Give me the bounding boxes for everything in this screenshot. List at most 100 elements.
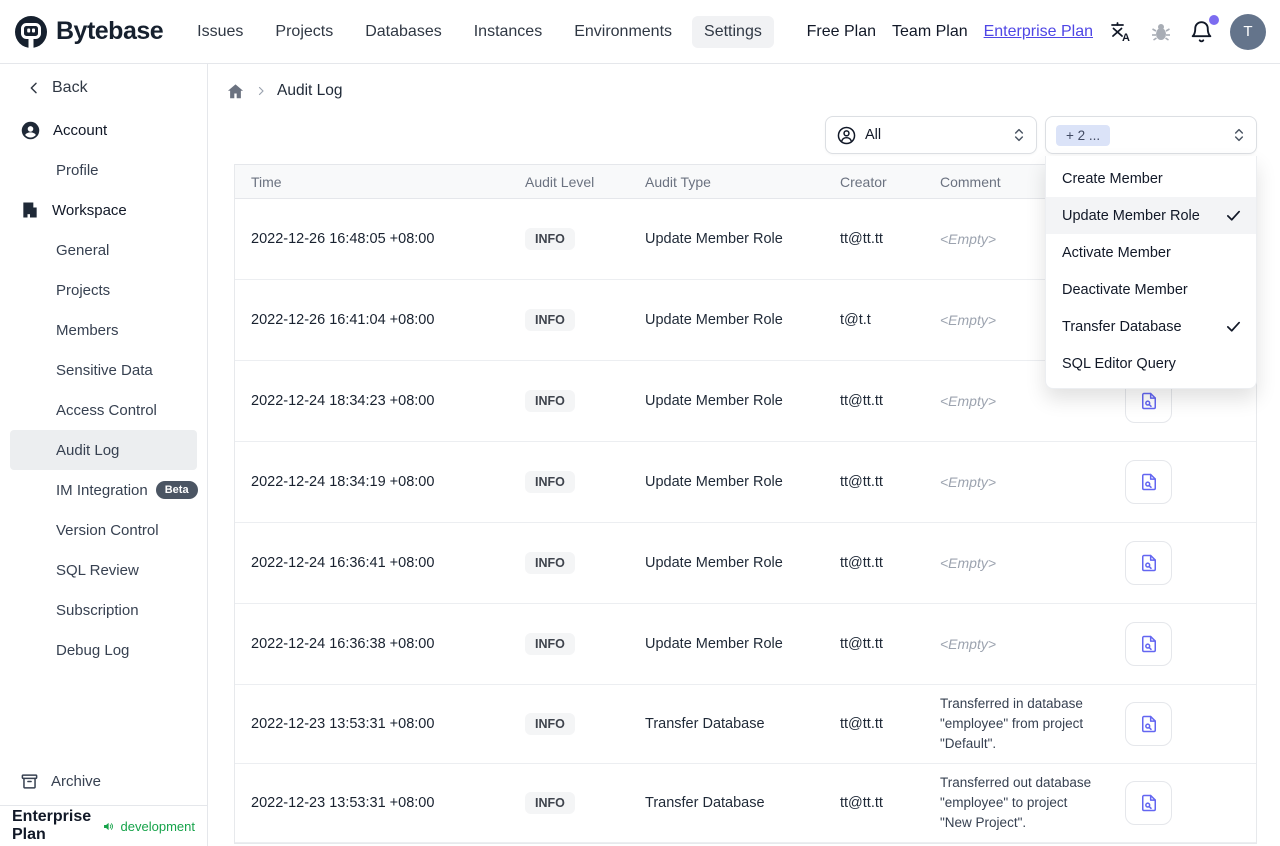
main-content: Audit Log All + 2 ... Time Audit Level A… [208,64,1280,846]
nav-link-issues[interactable]: Issues [185,16,255,48]
column-header-audit-level: Audit Level [509,164,629,199]
filter-row: All + 2 ... [208,116,1280,154]
cell-comment: <Empty> [940,635,997,652]
table-row: 2022-12-24 16:36:41 +08:00 INFO Update M… [235,522,1256,604]
audit-level-badge: INFO [525,390,575,412]
menu-item-transfer-database[interactable]: Transfer Database [1046,308,1256,345]
cell-creator: tt@tt.tt [824,360,924,442]
workspace-section-label: Workspace [52,201,127,219]
beta-badge: Beta [155,481,198,499]
menu-item-update-member-role[interactable]: Update Member Role [1046,197,1256,234]
bytebase-logo-icon [14,15,48,49]
breadcrumb: Audit Log [208,64,1280,104]
audit-type-filter-tag: + 2 ... [1056,124,1111,146]
file-search-icon [1141,473,1156,491]
cell-audit-type: Update Member Role [629,279,824,361]
cell-comment: <Empty> [940,392,997,409]
menu-item-activate-member[interactable]: Activate Member [1046,234,1256,271]
chevron-updown-icon [1234,128,1244,142]
cell-creator: tt@tt.tt [824,684,924,764]
chevron-left-icon [30,82,37,94]
sidebar-item-archive[interactable]: Archive [0,761,207,801]
cell-audit-type: Transfer Database [629,684,824,764]
audit-level-badge: INFO [525,309,575,331]
sidebar-item-subscription[interactable]: Subscription [0,590,207,630]
audit-level-badge: INFO [525,228,575,250]
enterprise-plan-link[interactable]: Enterprise Plan [984,23,1093,41]
sidebar-item-sql-review[interactable]: SQL Review [0,550,207,590]
sidebar-item-audit-log[interactable]: Audit Log [10,430,197,470]
nav-link-environments[interactable]: Environments [562,16,684,48]
cell-comment: <Empty> [940,554,997,571]
view-detail-button[interactable] [1125,541,1172,585]
check-icon [1226,210,1241,221]
table-row: 2022-12-24 18:34:19 +08:00 INFO Update M… [235,441,1256,523]
cell-creator: tt@tt.tt [824,522,924,604]
sidebar-item-projects[interactable]: Projects [0,270,207,310]
chevron-right-icon [258,86,264,96]
cell-comment: Transferred in database "employee" from … [940,696,1084,751]
cell-creator: tt@tt.tt [824,198,924,280]
nav-link-instances[interactable]: Instances [462,16,554,48]
cell-audit-type: Update Member Role [629,603,824,685]
view-detail-button[interactable] [1125,781,1172,825]
notifications-bell-icon[interactable] [1189,15,1219,44]
sidebar-item-access-control[interactable]: Access Control [0,390,207,430]
cell-time: 2022-12-26 16:41:04 +08:00 [235,279,509,361]
nav-links: Issues Projects Databases Instances Envi… [185,15,774,48]
home-icon[interactable] [226,82,245,101]
account-section-label: Account [53,121,108,139]
nav-link-settings[interactable]: Settings [692,15,774,48]
view-detail-button[interactable] [1125,702,1172,746]
back-button[interactable]: Back [0,70,207,106]
nav-link-databases[interactable]: Databases [353,16,454,48]
cell-creator: tt@tt.tt [824,441,924,523]
workspace-icon [23,202,37,218]
sidebar-item-im-integration[interactable]: IM Integration Beta [0,470,207,510]
cell-audit-type: Update Member Role [629,198,824,280]
sidebar-section-workspace: Workspace [0,190,207,230]
bytebase-logo[interactable]: Bytebase [14,15,164,49]
sidebar-item-sensitive-data[interactable]: Sensitive Data [0,350,207,390]
file-search-icon [1141,794,1156,812]
sidebar-item-profile[interactable]: Profile [0,150,207,190]
cell-time: 2022-12-23 13:53:31 +08:00 [235,763,509,843]
free-plan-label[interactable]: Free Plan [807,23,876,41]
menu-item-sql-editor-query[interactable]: SQL Editor Query [1046,345,1256,382]
cell-time: 2022-12-24 16:36:41 +08:00 [235,522,509,604]
cell-comment: <Empty> [940,230,997,247]
creator-filter-value: All [865,127,882,143]
audit-type-filter-select[interactable]: + 2 ... [1045,116,1257,154]
sidebar-item-general[interactable]: General [0,230,207,270]
menu-item-deactivate-member[interactable]: Deactivate Member [1046,271,1256,308]
view-detail-button[interactable] [1125,622,1172,666]
back-label: Back [52,79,88,96]
user-avatar[interactable]: T [1230,13,1266,50]
top-navbar: Bytebase Issues Projects Databases Insta… [0,0,1280,64]
bug-icon[interactable] [1149,20,1173,44]
audit-level-badge: INFO [525,713,575,735]
sidebar-item-members[interactable]: Members [0,310,207,350]
file-search-icon [1141,392,1156,410]
cell-time: 2022-12-24 18:34:19 +08:00 [235,441,509,523]
team-plan-label[interactable]: Team Plan [892,23,968,41]
sidebar-item-debug-log[interactable]: Debug Log [0,630,207,670]
column-header-audit-type: Audit Type [629,164,824,199]
speaker-icon [104,822,114,830]
cell-time: 2022-12-26 16:48:05 +08:00 [235,198,509,280]
footer-plan-label: Enterprise Plan [12,808,92,843]
cell-time: 2022-12-24 18:34:23 +08:00 [235,360,509,442]
nav-link-projects[interactable]: Projects [263,16,345,48]
archive-icon [21,773,38,789]
cell-comment: <Empty> [940,311,997,328]
chevron-updown-icon [1014,128,1024,142]
creator-filter-select[interactable]: All [825,116,1037,154]
sidebar-item-version-control[interactable]: Version Control [0,510,207,550]
cell-comment: <Empty> [940,473,997,490]
view-detail-button[interactable] [1125,460,1172,504]
translate-icon[interactable]: A [1109,20,1133,44]
brand-name: Bytebase [56,17,164,45]
audit-type-dropdown-menu: Create Member Update Member Role Activat… [1045,156,1257,389]
menu-item-create-member[interactable]: Create Member [1046,160,1256,197]
cell-audit-type: Update Member Role [629,522,824,604]
